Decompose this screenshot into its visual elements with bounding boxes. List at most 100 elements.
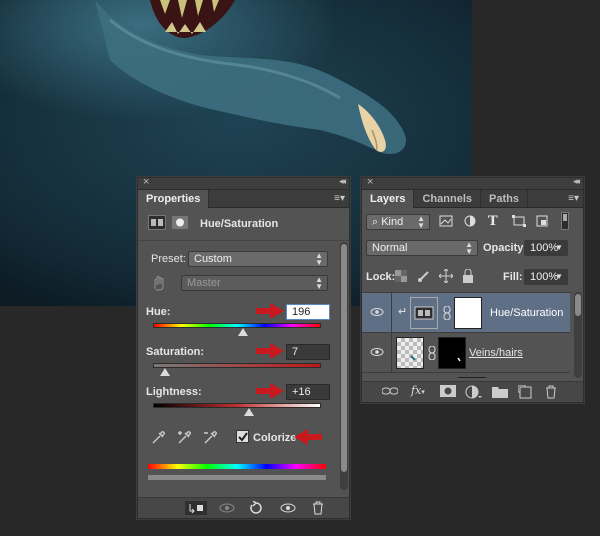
red-arrow-icon bbox=[256, 343, 284, 359]
divider bbox=[138, 240, 349, 241]
folder-icon[interactable] bbox=[492, 385, 508, 398]
layer-mask-thumbnail bbox=[458, 377, 486, 378]
view-previous-state-icon[interactable] bbox=[218, 501, 236, 515]
layers-scrollbar[interactable] bbox=[574, 292, 582, 378]
close-icon[interactable]: × bbox=[367, 176, 373, 188]
saturation-value-input[interactable]: 7 bbox=[286, 344, 330, 360]
panel-menu-icon[interactable]: ≡▾ bbox=[568, 193, 579, 204]
layer-name[interactable]: Veins/hairs bbox=[469, 347, 523, 359]
collapse-icon[interactable]: ◂◂ bbox=[573, 176, 580, 187]
chevron-updown-icon: ▲ ▼ bbox=[315, 251, 323, 267]
preset-select[interactable]: Custom ▲ ▼ bbox=[188, 251, 328, 267]
preset-value: Custom bbox=[194, 253, 232, 265]
opacity-input[interactable]: 100% ▼ bbox=[524, 240, 568, 256]
close-icon[interactable]: × bbox=[143, 176, 149, 188]
colorize-checkbox[interactable] bbox=[236, 430, 249, 443]
scrollbar-thumb[interactable] bbox=[341, 244, 347, 472]
layer-mask-thumbnail bbox=[454, 297, 482, 329]
layer-style-fx-icon[interactable]: fx▾ bbox=[411, 384, 425, 397]
visibility-eye-icon[interactable] bbox=[279, 501, 297, 515]
tab-channels[interactable]: Channels bbox=[414, 190, 481, 208]
chevron-updown-icon: ▲ ▼ bbox=[417, 214, 425, 230]
eyedropper-plus-icon[interactable] bbox=[176, 430, 192, 446]
reset-icon[interactable] bbox=[248, 501, 264, 515]
lock-all-icon[interactable] bbox=[462, 269, 474, 283]
chevron-updown-icon: ▲ ▼ bbox=[465, 240, 473, 256]
eyedropper-minus-icon[interactable] bbox=[202, 430, 218, 446]
properties-scrollbar[interactable] bbox=[340, 242, 348, 490]
lightness-slider-thumb[interactable] bbox=[244, 408, 254, 416]
lock-transparent-icon[interactable] bbox=[395, 270, 407, 282]
adjustment-filter-icon[interactable] bbox=[463, 215, 477, 227]
fill-value: 100% bbox=[530, 271, 559, 283]
tab-layers[interactable]: Layers bbox=[362, 190, 415, 208]
on-image-adjust-icon[interactable] bbox=[150, 275, 168, 291]
properties-tabbar: Properties ≡▾ bbox=[138, 190, 349, 208]
new-adjustment-layer-icon[interactable] bbox=[465, 385, 483, 399]
lightness-slider-track[interactable] bbox=[153, 403, 321, 408]
lightness-value-input[interactable]: +16 bbox=[286, 384, 330, 400]
channel-select[interactable]: Master ▲ ▼ bbox=[181, 275, 328, 291]
fill-label: Fill: bbox=[503, 271, 523, 283]
trash-icon[interactable] bbox=[544, 385, 558, 399]
add-mask-icon[interactable] bbox=[440, 385, 456, 397]
tab-properties[interactable]: Properties bbox=[138, 190, 210, 208]
scrollbar-thumb[interactable] bbox=[575, 294, 581, 316]
collapse-icon[interactable]: ◂◂ bbox=[339, 176, 346, 187]
new-layer-icon[interactable] bbox=[518, 385, 532, 399]
adjustment-icon[interactable] bbox=[148, 215, 166, 230]
visibility-eye-icon[interactable] bbox=[370, 347, 384, 357]
link-layers-icon[interactable] bbox=[382, 385, 398, 397]
red-arrow-icon bbox=[256, 303, 284, 319]
adjustment-layer-thumbnail bbox=[410, 297, 438, 329]
lock-position-move-icon[interactable] bbox=[439, 269, 453, 283]
chevron-down-icon: ▼ bbox=[555, 243, 563, 252]
link-chain-icon[interactable] bbox=[443, 306, 451, 320]
blend-mode-value: Normal bbox=[372, 242, 408, 254]
type-filter-icon[interactable]: T bbox=[488, 214, 498, 229]
pixel-filter-icon[interactable] bbox=[439, 215, 453, 227]
layer-row-hue-saturation[interactable]: ↵ Hue/Saturation bbox=[362, 293, 570, 333]
lock-pixels-brush-icon[interactable] bbox=[417, 269, 431, 283]
fill-input[interactable]: 100% ▼ bbox=[524, 269, 568, 285]
blend-mode-select[interactable]: Normal ▲ ▼ bbox=[366, 240, 478, 256]
lightness-label: Lightness: bbox=[146, 386, 202, 398]
hue-slider-thumb[interactable] bbox=[238, 328, 248, 336]
trash-icon[interactable] bbox=[311, 501, 325, 515]
adjustment-title: Hue/Saturation bbox=[200, 218, 279, 230]
shape-filter-icon[interactable] bbox=[512, 215, 526, 227]
eyedropper-icon[interactable] bbox=[150, 430, 166, 446]
layer-row-veins-hairs[interactable]: Veins/hairs bbox=[362, 333, 570, 373]
clip-to-layer-icon[interactable] bbox=[185, 501, 207, 515]
layer-name[interactable]: Hue/Saturation bbox=[490, 307, 563, 319]
hue-value-input[interactable]: 196 bbox=[286, 304, 330, 320]
layer-row[interactable] bbox=[362, 373, 570, 378]
mask-icon[interactable] bbox=[171, 215, 189, 230]
channel-value: Master bbox=[187, 277, 221, 289]
layers-panel: × ◂◂ Layers Channels Paths ≡▾ ⌕ Kind ▲ ▼ … bbox=[361, 176, 584, 403]
panel-menu-icon[interactable]: ≡▾ bbox=[334, 193, 345, 204]
opacity-label: Opacity: bbox=[483, 242, 528, 254]
panel-header: × ◂◂ bbox=[138, 176, 349, 190]
tab-paths[interactable]: Paths bbox=[481, 190, 528, 208]
smart-object-filter-icon[interactable] bbox=[535, 215, 549, 227]
saturation-slider-track[interactable] bbox=[153, 363, 321, 368]
input-color-bar bbox=[148, 464, 326, 469]
panel-header: × ◂◂ bbox=[362, 176, 583, 190]
filter-toggle-switch[interactable] bbox=[561, 212, 569, 230]
visibility-eye-icon[interactable] bbox=[370, 307, 384, 317]
colorize-label[interactable]: Colorize bbox=[253, 432, 296, 444]
saturation-slider-thumb[interactable] bbox=[160, 368, 170, 376]
properties-panel: × ◂◂ Properties ≡▾ Hue/Saturation Preset… bbox=[137, 176, 350, 519]
hue-slider-track[interactable] bbox=[153, 323, 321, 328]
red-arrow-icon bbox=[294, 429, 322, 445]
search-icon: ⌕ bbox=[372, 216, 382, 228]
link-chain-icon[interactable] bbox=[428, 346, 436, 360]
layer-filter-select[interactable]: ⌕ Kind ▲ ▼ bbox=[366, 214, 430, 230]
properties-bottom-bar bbox=[138, 497, 349, 518]
chevron-down-icon: ▼ bbox=[555, 272, 563, 281]
lock-label: Lock: bbox=[366, 271, 396, 283]
layer-mask-thumbnail bbox=[438, 337, 466, 369]
red-arrow-icon bbox=[256, 383, 284, 399]
clip-arrow-icon: ↵ bbox=[398, 306, 408, 318]
